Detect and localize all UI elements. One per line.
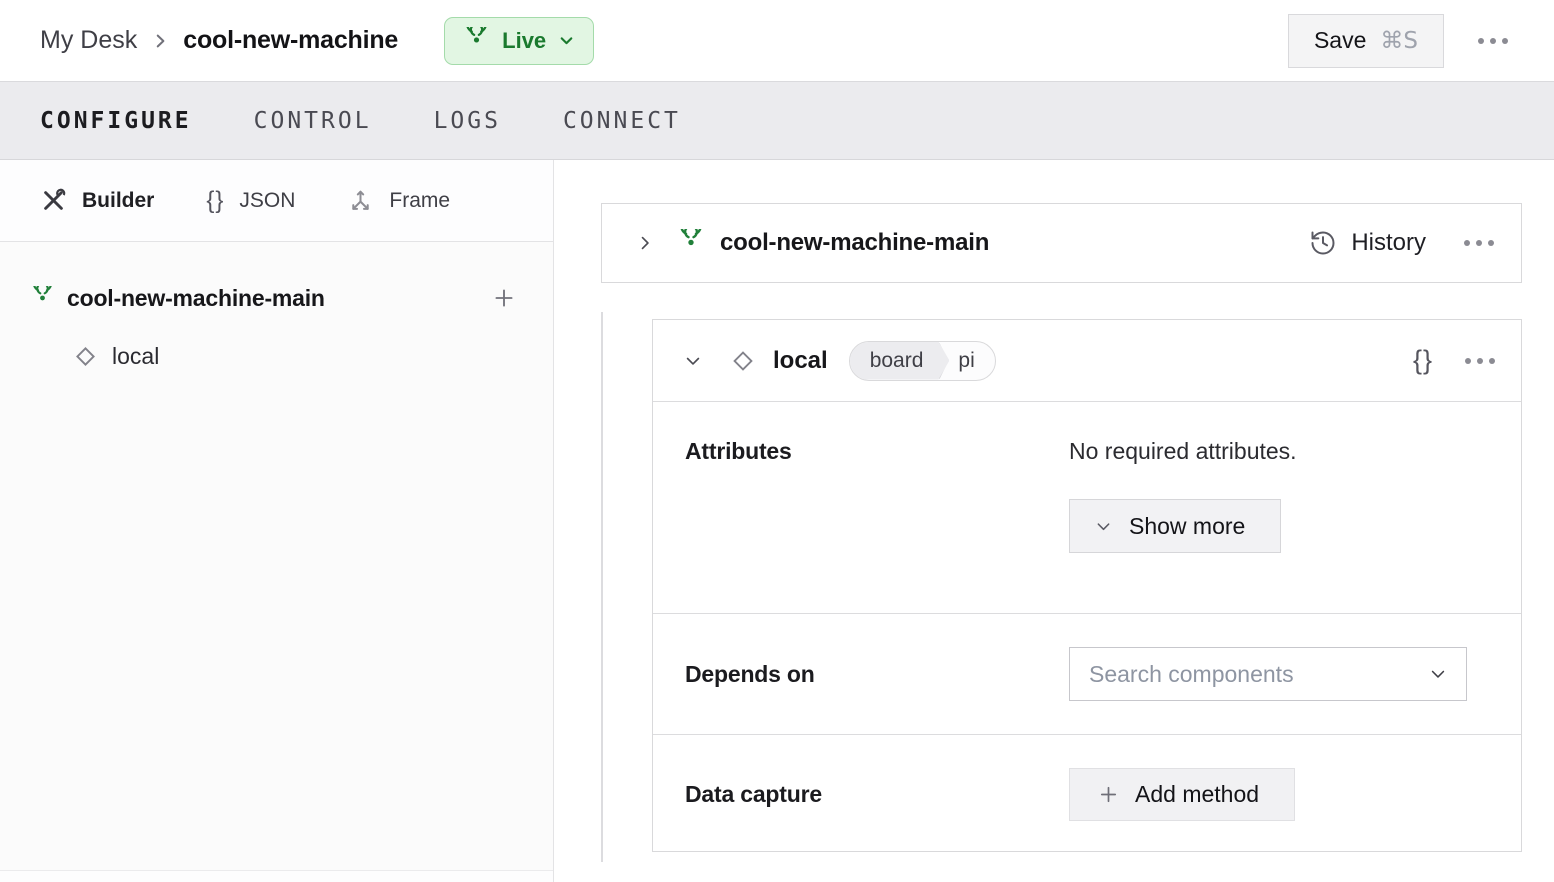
chevron-down-icon — [1094, 517, 1113, 536]
breadcrumb-current: cool-new-machine — [183, 26, 398, 55]
config-sidebar: Builder {} JSON Frame — [0, 160, 554, 882]
chevron-down-icon[interactable] — [683, 351, 703, 371]
mode-json[interactable]: {} JSON — [206, 187, 295, 215]
frame-axes-icon — [347, 187, 374, 214]
machine-status-dropdown[interactable]: Live — [444, 17, 594, 65]
tab-control[interactable]: CONTROL — [254, 108, 372, 134]
section-depends-on: Depends on — [653, 614, 1521, 735]
show-more-label: Show more — [1129, 513, 1245, 540]
machine-config-page: My Desk cool-new-machine Live Save ⌘S — [0, 0, 1554, 882]
section-data-capture: Data capture Add method — [653, 735, 1521, 853]
component-card-header: local board pi {} — [653, 320, 1521, 402]
history-button[interactable]: History — [1309, 229, 1426, 257]
history-icon — [1309, 229, 1337, 257]
sidebar-footer — [0, 870, 553, 882]
mode-builder-label: Builder — [82, 189, 154, 213]
machine-tabbar: CONFIGURE CONTROL LOGS CONNECT — [0, 81, 1554, 160]
component-type-badge: board pi — [849, 341, 996, 381]
breadcrumb: My Desk cool-new-machine — [40, 26, 398, 55]
machine-part-card: cool-new-machine-main History — [601, 203, 1522, 283]
component-title: local — [773, 347, 828, 375]
history-label: History — [1351, 229, 1426, 257]
component-card-local: local board pi {} Attributes No required… — [652, 319, 1522, 852]
tools-icon — [40, 187, 67, 214]
component-diamond-icon — [72, 343, 99, 370]
chevron-down-icon — [1428, 664, 1448, 684]
show-more-button[interactable]: Show more — [1069, 499, 1281, 553]
tree-guide-line — [601, 312, 603, 862]
top-header: My Desk cool-new-machine Live Save ⌘S — [0, 0, 1554, 81]
header-overflow-menu-icon[interactable] — [1476, 32, 1510, 50]
attributes-empty-text: No required attributes. — [1069, 438, 1521, 465]
component-model: pi — [950, 342, 994, 380]
mode-builder[interactable]: Builder — [40, 187, 154, 214]
view-json-icon[interactable]: {} — [1413, 345, 1433, 376]
resource-tree: cool-new-machine-main local — [0, 242, 553, 376]
braces-icon: {} — [206, 187, 224, 215]
data-capture-label: Data capture — [653, 781, 1069, 808]
component-menu-icon[interactable] — [1463, 352, 1497, 370]
machine-part-icon — [30, 286, 55, 311]
mode-frame[interactable]: Frame — [347, 187, 450, 214]
add-resource-button[interactable] — [491, 285, 517, 311]
attributes-label: Attributes — [653, 402, 1069, 613]
status-label: Live — [502, 28, 546, 54]
save-shortcut-hint: ⌘S — [1380, 28, 1418, 54]
tab-logs[interactable]: LOGS — [434, 108, 501, 134]
add-method-button[interactable]: Add method — [1069, 768, 1295, 821]
save-button[interactable]: Save ⌘S — [1288, 14, 1444, 68]
mode-frame-label: Frame — [389, 189, 450, 213]
tree-item-component-local[interactable]: local — [0, 336, 553, 376]
tab-configure[interactable]: CONFIGURE — [40, 108, 192, 134]
component-diamond-icon — [729, 347, 757, 375]
component-type: board — [850, 342, 950, 380]
part-card-menu-icon[interactable] — [1462, 234, 1496, 252]
chevron-right-icon[interactable] — [635, 233, 655, 253]
plus-icon — [1097, 783, 1120, 806]
tree-item-machine-part[interactable]: cool-new-machine-main — [0, 278, 553, 318]
chevron-down-icon — [558, 32, 575, 49]
part-card-title: cool-new-machine-main — [720, 229, 989, 257]
search-components-input[interactable] — [1089, 661, 1428, 688]
save-label: Save — [1314, 27, 1366, 54]
breadcrumb-parent-link[interactable]: My Desk — [40, 26, 137, 55]
tree-item-label: local — [112, 343, 159, 370]
machine-live-icon — [463, 27, 490, 54]
depends-on-select[interactable] — [1069, 647, 1467, 701]
tree-item-label: cool-new-machine-main — [67, 285, 491, 312]
machine-part-icon — [677, 229, 705, 257]
tab-connect[interactable]: CONNECT — [563, 108, 681, 134]
breadcrumb-chevron-icon — [151, 32, 169, 50]
add-method-label: Add method — [1135, 781, 1259, 808]
mode-json-label: JSON — [239, 189, 295, 213]
config-mode-switcher: Builder {} JSON Frame — [0, 160, 553, 242]
section-attributes: Attributes No required attributes. Show … — [653, 402, 1521, 614]
depends-on-label: Depends on — [653, 661, 1069, 688]
